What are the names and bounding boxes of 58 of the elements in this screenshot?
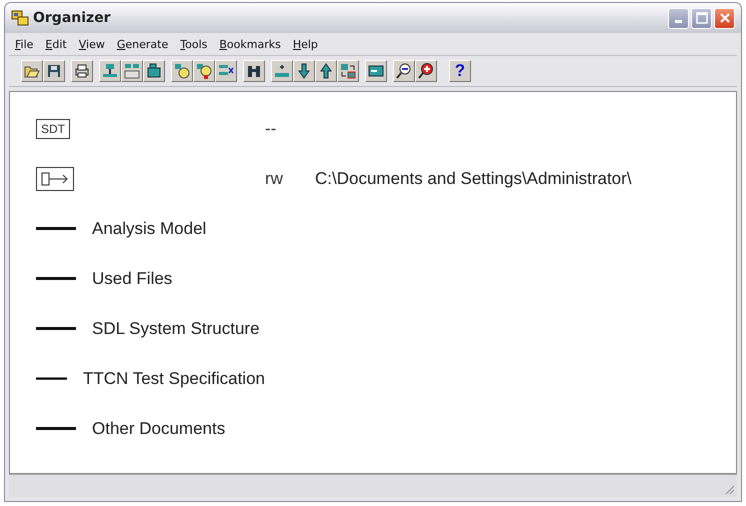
file-path: C:\Documents and Settings\Administrator\ [315, 169, 632, 189]
chapter-line-icon [36, 427, 76, 431]
toolbar-button[interactable] [171, 60, 193, 82]
chapter-label[interactable]: SDL System Structure [92, 319, 260, 339]
menu-item[interactable]: File [9, 38, 40, 50]
printer-icon [74, 63, 90, 79]
chapter-line-icon [36, 327, 76, 331]
chapter-label[interactable]: Analysis Model [92, 219, 206, 239]
access-mode: rw [265, 169, 284, 189]
toolbar-button[interactable] [193, 60, 215, 82]
plus-icon [274, 63, 290, 79]
toolbar-button[interactable] [43, 60, 65, 82]
window-title: Organizer [33, 10, 111, 26]
toolbar-button[interactable] [315, 60, 337, 82]
toolbar-button[interactable] [393, 60, 415, 82]
up-arrow-icon [318, 63, 334, 79]
toolbar-button[interactable] [415, 60, 437, 82]
zoom-out-icon [396, 63, 412, 79]
menu-item[interactable]: Edit [39, 38, 73, 50]
link-symbol-icon[interactable] [36, 167, 74, 191]
resize-grip-icon [723, 483, 735, 495]
toolbar-button[interactable] [243, 60, 265, 82]
maximize-icon [696, 12, 708, 24]
chapter-label[interactable]: Other Documents [92, 419, 226, 439]
window-icon [368, 63, 384, 79]
chapter-line-icon [36, 277, 76, 281]
diagram-icon [124, 63, 140, 79]
menu-item[interactable]: Tools [174, 38, 214, 50]
toolbar-button[interactable] [99, 60, 121, 82]
toolbar-button[interactable] [215, 60, 237, 82]
toolbar-button[interactable] [21, 60, 43, 82]
menu-item[interactable]: View [72, 38, 111, 50]
menu-item[interactable]: Generate [110, 38, 174, 50]
close-icon [718, 12, 730, 24]
close-button[interactable] [714, 8, 735, 28]
toolbar-button[interactable] [143, 60, 165, 82]
help-button[interactable]: ? [449, 60, 471, 82]
chapter-line-icon [36, 377, 67, 381]
down-arrow-icon [296, 63, 312, 79]
maximize-button[interactable] [691, 8, 712, 28]
diagram-icon [102, 63, 118, 79]
menu-item[interactable]: Bookmarks [213, 38, 287, 50]
menu-item[interactable]: Help [286, 38, 324, 50]
zoom-in-icon [418, 63, 434, 79]
app-icon [11, 9, 29, 27]
chapter-label[interactable]: TTCN Test Specification [82, 369, 265, 389]
access-mode: -- [265, 119, 278, 139]
system-symbol[interactable]: SDT [36, 119, 70, 139]
toolbar-button[interactable] [71, 60, 93, 82]
chapter-label[interactable]: Used Files [92, 269, 172, 289]
toolbar-button[interactable] [365, 60, 387, 82]
toolbar-button[interactable] [293, 60, 315, 82]
toolbar-button[interactable] [337, 60, 359, 82]
toolbar-button[interactable] [121, 60, 143, 82]
chapter-line-icon [36, 227, 76, 231]
minimize-icon [675, 20, 682, 23]
box-icon [146, 63, 162, 79]
minimize-button[interactable] [668, 8, 689, 28]
